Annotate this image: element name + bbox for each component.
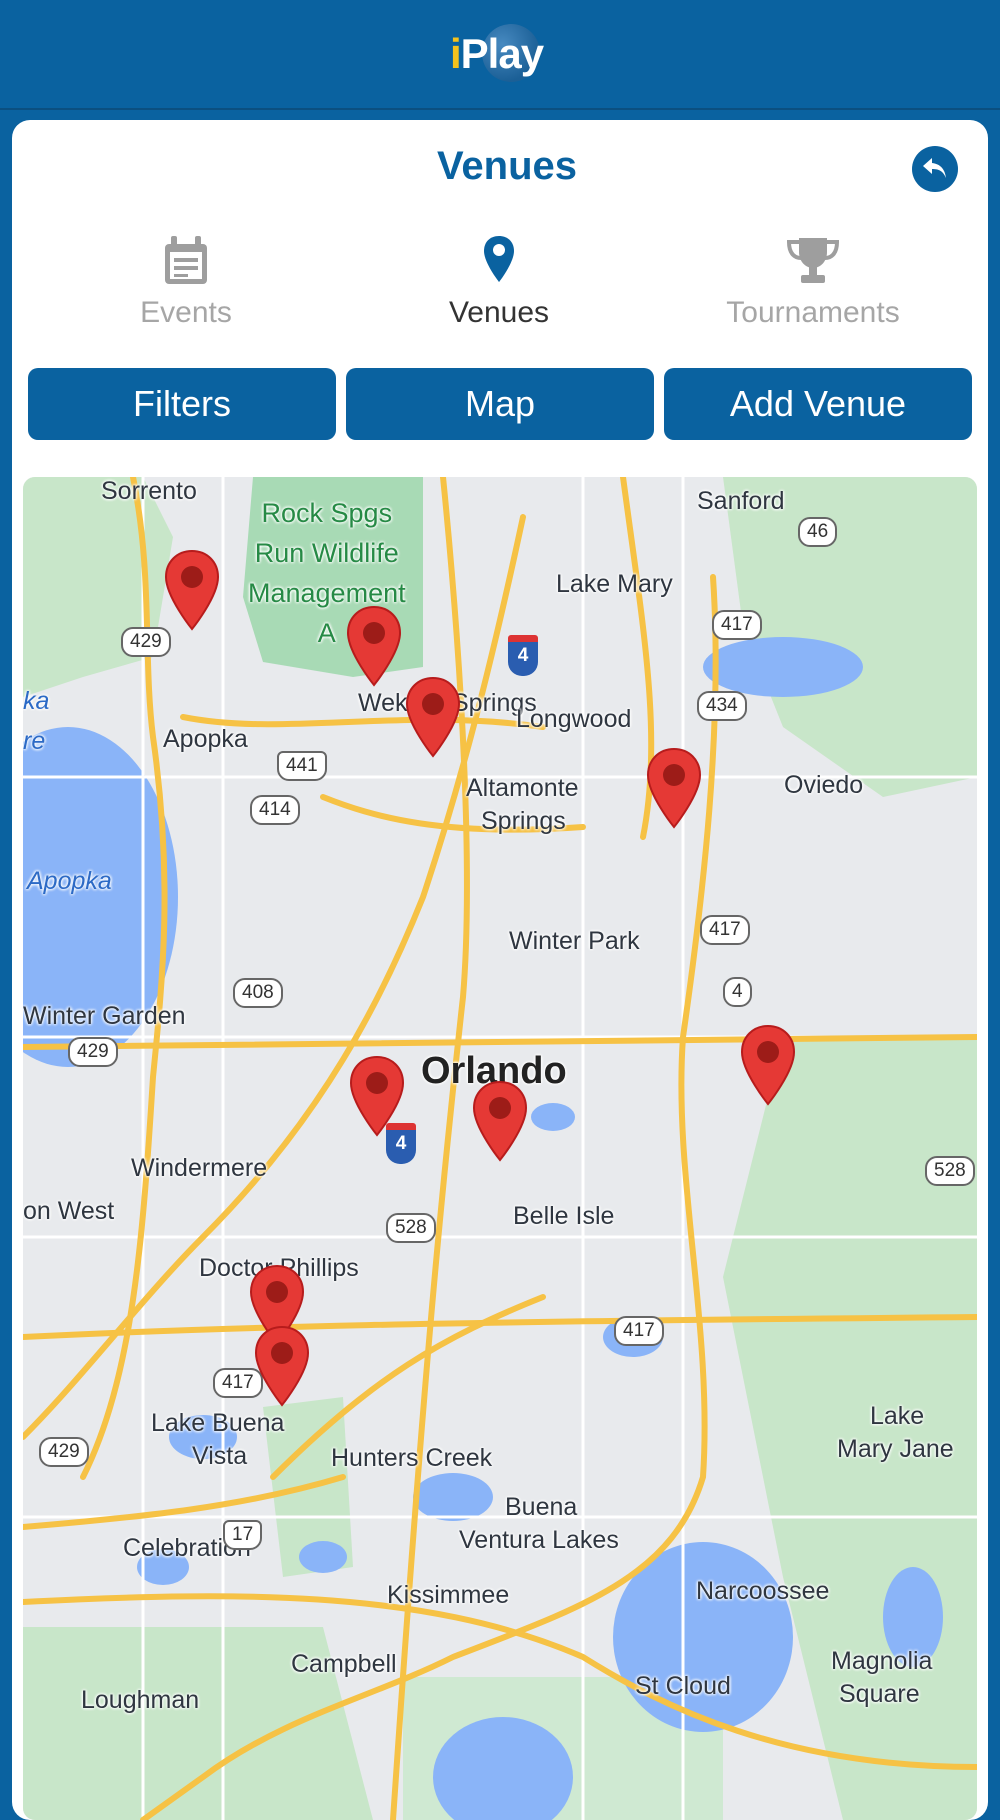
road-shield: 441 xyxy=(277,751,327,781)
road-shield: 4 xyxy=(723,977,752,1007)
logo-text: iPlay xyxy=(450,30,544,77)
road-shield: 417 xyxy=(712,610,762,640)
iplay-logo: iPlay xyxy=(448,22,552,84)
road-shield: 414 xyxy=(250,795,300,825)
place-label: Longwood xyxy=(516,705,632,733)
venue-pin[interactable] xyxy=(738,1022,798,1108)
place-label: St Cloud xyxy=(635,1672,731,1700)
tab-venues[interactable]: Venues xyxy=(369,232,629,330)
place-label: Lake Mary xyxy=(556,570,673,598)
calendar-icon xyxy=(165,236,207,284)
place-label: Belle Isle xyxy=(513,1202,615,1230)
road-shield: 417 xyxy=(700,915,750,945)
park-label-line: Rock Spgs xyxy=(261,498,393,528)
place-label: on West xyxy=(23,1197,115,1225)
add-venue-button[interactable]: Add Venue xyxy=(664,368,972,440)
place-label: Lake xyxy=(870,1402,925,1430)
tab-tournaments[interactable]: Tournaments xyxy=(683,232,943,330)
place-label: Sorrento xyxy=(101,477,197,505)
tab-tournaments-label: Tournaments xyxy=(726,296,900,329)
place-label: Winter Park xyxy=(509,927,640,955)
interstate-shield: 4 xyxy=(508,635,538,676)
venue-pin[interactable] xyxy=(344,603,404,689)
venue-pin[interactable] xyxy=(252,1323,312,1409)
place-label: Altamonte xyxy=(466,774,579,802)
tab-events-label: Events xyxy=(140,296,232,329)
water-label: re xyxy=(23,727,46,755)
road-shield: 429 xyxy=(39,1437,89,1467)
place-label: Vista xyxy=(192,1442,248,1470)
road-shield: 434 xyxy=(697,691,747,721)
back-arrow-icon xyxy=(923,158,946,178)
road-shield: 408 xyxy=(233,978,283,1008)
water-label: ka xyxy=(23,687,50,715)
place-label: Springs xyxy=(481,807,566,835)
main-card: Venues Events Venues Tournaments Filters… xyxy=(12,120,988,1820)
venue-pin[interactable] xyxy=(162,547,222,633)
place-label: Oviedo xyxy=(784,771,864,799)
place-label: Mary Jane xyxy=(837,1435,954,1463)
place-label: Narcoossee xyxy=(696,1577,830,1605)
place-label: Magnolia xyxy=(831,1647,933,1675)
road-shield: 429 xyxy=(68,1037,118,1067)
app-header: iPlay xyxy=(0,0,1000,110)
place-label: Campbell xyxy=(291,1650,397,1678)
park-label-line: Run Wildlife xyxy=(254,538,399,568)
venue-pin[interactable] xyxy=(403,674,463,760)
place-label: Windermere xyxy=(131,1154,268,1182)
tab-events[interactable]: Events xyxy=(56,232,316,330)
place-label: Square xyxy=(839,1680,920,1708)
place-label: Ventura Lakes xyxy=(459,1526,619,1554)
trophy-icon xyxy=(786,238,840,283)
road-shield: 46 xyxy=(798,517,838,547)
place-label: Buena xyxy=(505,1493,578,1521)
road-shield: 528 xyxy=(925,1156,975,1186)
place-label: Loughman xyxy=(81,1686,200,1714)
place-label: Sanford xyxy=(697,487,785,515)
back-button[interactable] xyxy=(912,146,958,192)
place-label: Apopka xyxy=(163,725,248,753)
water-label: Apopka xyxy=(27,867,112,895)
filters-button[interactable]: Filters xyxy=(28,368,336,440)
place-label: Lake Buena xyxy=(151,1409,285,1437)
location-pin-icon xyxy=(484,236,514,282)
road-shield: 528 xyxy=(386,1213,436,1243)
venues-map[interactable]: Sorrento Sanford Lake Mary Rock Spgs Run… xyxy=(23,477,977,1820)
place-label: Winter Garden xyxy=(23,1002,186,1030)
venue-pin[interactable] xyxy=(644,745,704,831)
page-title: Venues xyxy=(436,144,578,188)
tab-venues-label: Venues xyxy=(448,296,550,329)
venue-pin[interactable] xyxy=(347,1053,407,1139)
venue-pin[interactable] xyxy=(470,1078,530,1164)
place-label: Hunters Creek xyxy=(331,1444,493,1472)
place-label: Kissimmee xyxy=(387,1581,510,1609)
road-shield: 417 xyxy=(614,1316,664,1346)
map-button[interactable]: Map xyxy=(346,368,654,440)
road-shield: 17 xyxy=(223,1520,263,1550)
